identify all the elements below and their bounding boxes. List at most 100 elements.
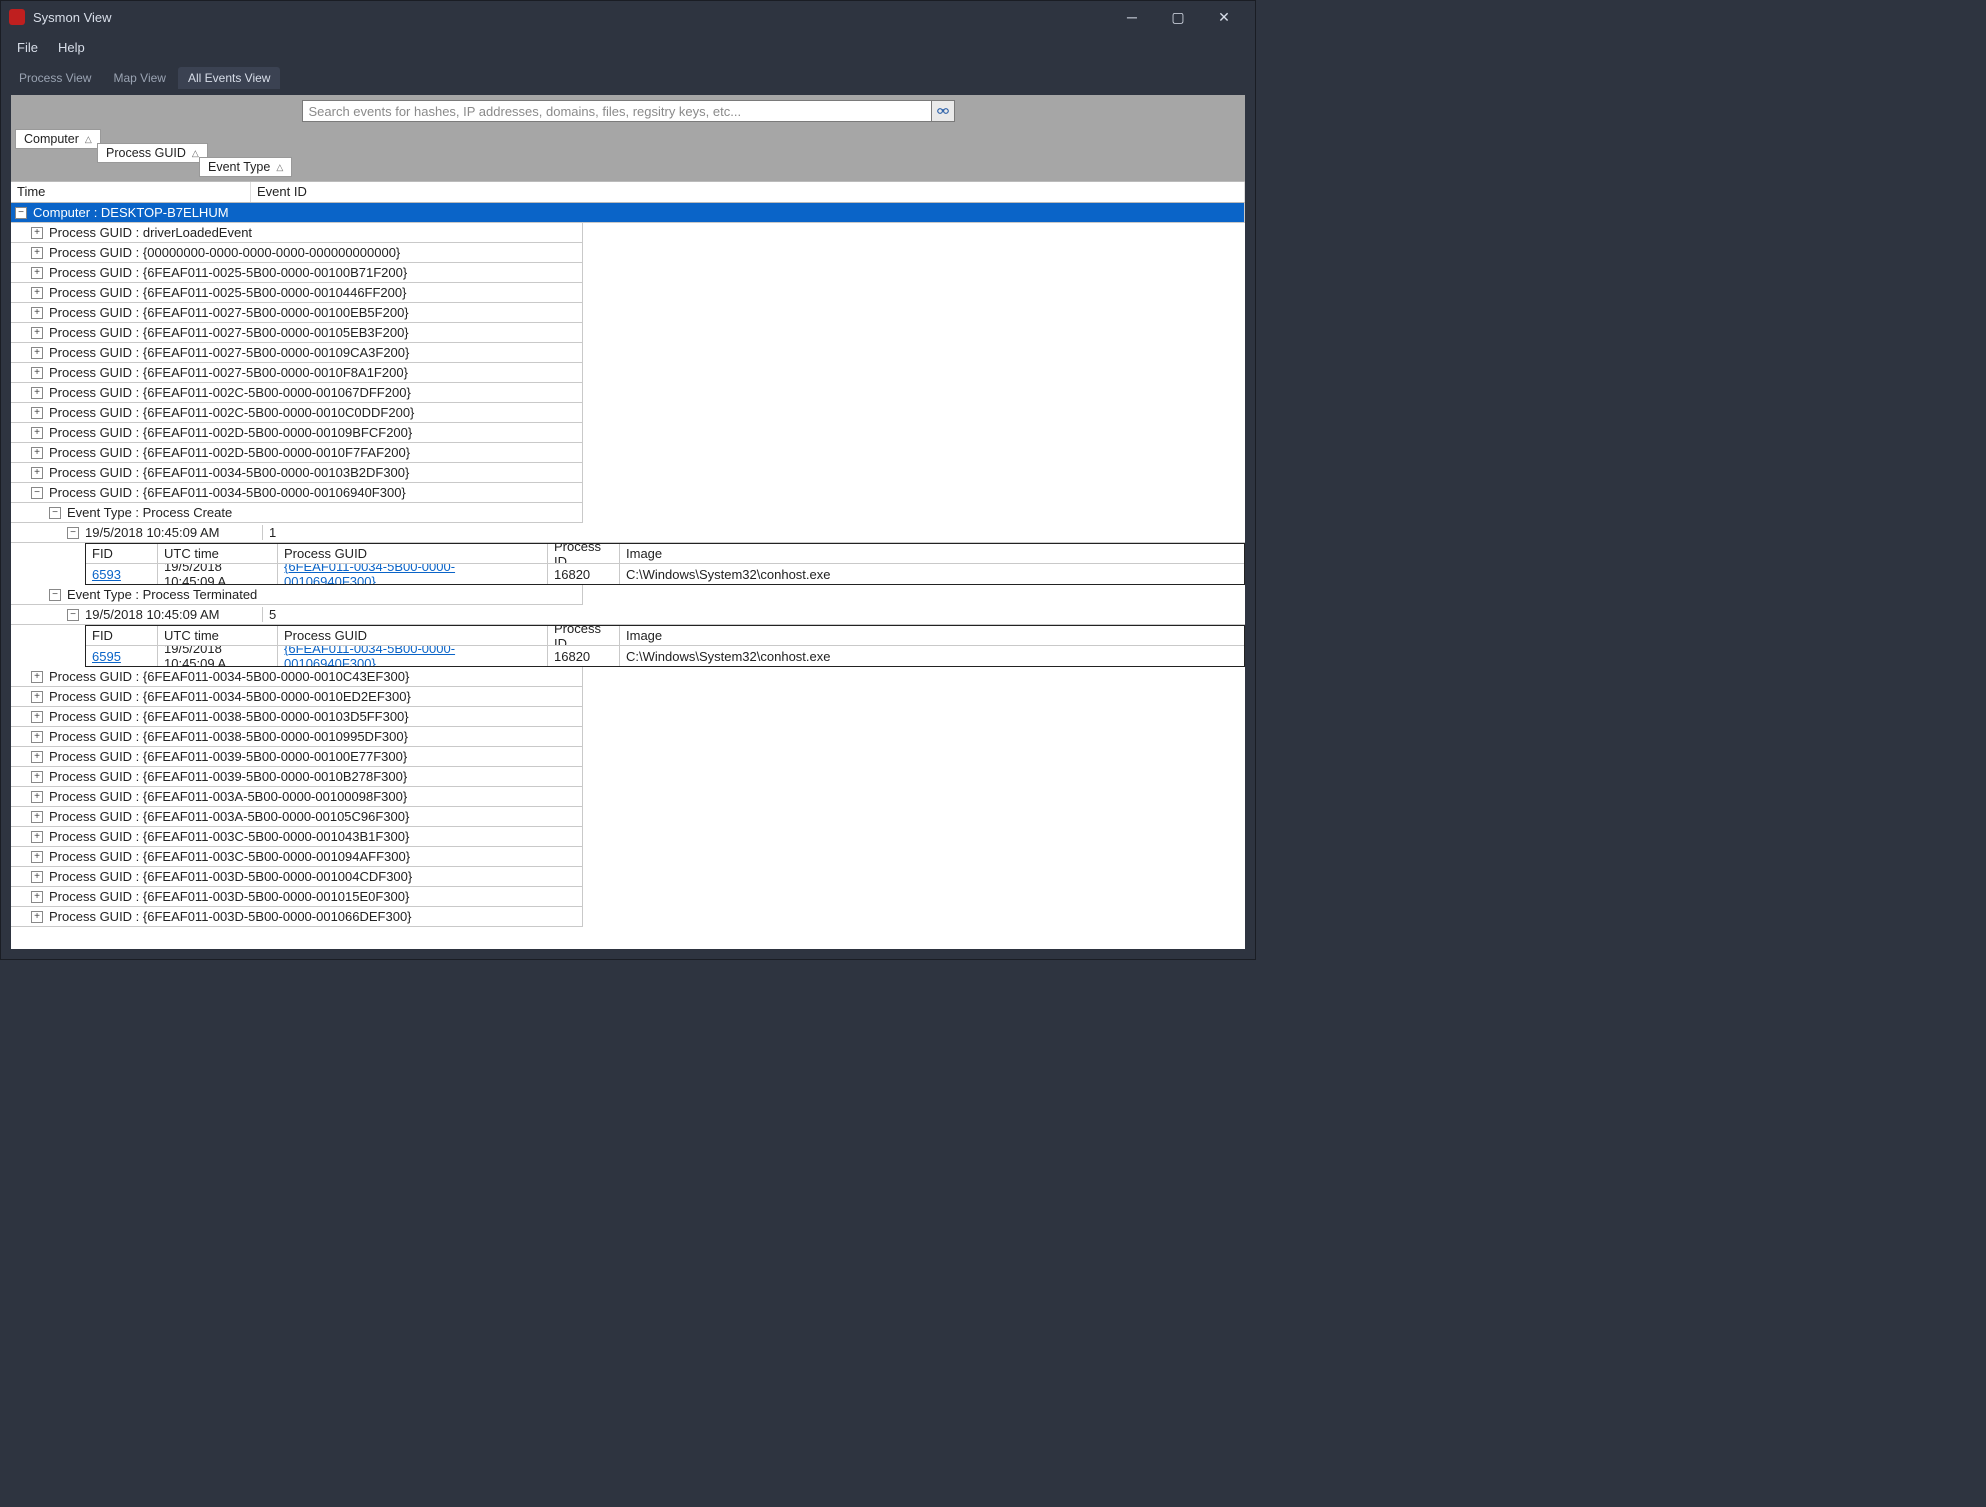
process-guid-row[interactable]: +Process GUID : {6FEAF011-002C-5B00-0000…: [11, 383, 583, 403]
event-time: 19/5/2018 10:45:09 AM: [85, 607, 263, 622]
expand-icon[interactable]: +: [31, 427, 43, 439]
expand-icon[interactable]: +: [31, 791, 43, 803]
guid-link[interactable]: {6FEAF011-0034-5B00-0000-00106940F300}: [278, 564, 548, 584]
event-row[interactable]: − 19/5/2018 10:45:09 AM 5: [11, 605, 1245, 625]
process-guid-row[interactable]: +Process GUID : {6FEAF011-0027-5B00-0000…: [11, 323, 583, 343]
detail-data-row[interactable]: 6593 19/5/2018 10:45:09 A {6FEAF011-0034…: [86, 564, 1244, 584]
expand-icon[interactable]: +: [31, 387, 43, 399]
expand-icon[interactable]: +: [31, 831, 43, 843]
process-guid-row[interactable]: +Process GUID : {6FEAF011-0034-5B00-0000…: [11, 463, 583, 483]
expand-icon[interactable]: +: [31, 711, 43, 723]
expand-icon[interactable]: +: [31, 911, 43, 923]
process-guid-row[interactable]: +Process GUID : {6FEAF011-0039-5B00-0000…: [11, 767, 583, 787]
expand-icon[interactable]: +: [31, 851, 43, 863]
expand-icon[interactable]: +: [31, 267, 43, 279]
process-guid-row[interactable]: +Process GUID : {6FEAF011-003C-5B00-0000…: [11, 847, 583, 867]
process-guid-row[interactable]: +Process GUID : {6FEAF011-003A-5B00-0000…: [11, 787, 583, 807]
expand-icon[interactable]: +: [31, 347, 43, 359]
menu-file[interactable]: File: [9, 36, 46, 59]
process-guid-row[interactable]: +Process GUID : {6FEAF011-0034-5B00-0000…: [11, 687, 583, 707]
process-guid-row[interactable]: +Process GUID : {6FEAF011-002D-5B00-0000…: [11, 423, 583, 443]
tab-process-view[interactable]: Process View: [9, 67, 101, 89]
event-time: 19/5/2018 10:45:09 AM: [85, 525, 263, 540]
collapse-icon[interactable]: −: [49, 507, 61, 519]
process-guid-row[interactable]: +Process GUID : {6FEAF011-0027-5B00-0000…: [11, 303, 583, 323]
maximize-button[interactable]: ▢: [1155, 1, 1201, 33]
process-guid-row[interactable]: +Process GUID : driverLoadedEvent: [11, 223, 583, 243]
expand-icon[interactable]: +: [31, 327, 43, 339]
process-guid-row[interactable]: +Process GUID : {6FEAF011-003D-5B00-0000…: [11, 867, 583, 887]
expand-icon[interactable]: +: [31, 367, 43, 379]
event-type-row[interactable]: − Event Type : Process Terminated: [11, 585, 583, 605]
collapse-icon[interactable]: −: [67, 609, 79, 621]
expand-icon[interactable]: +: [31, 447, 43, 459]
fid-link[interactable]: 6595: [86, 646, 158, 666]
process-guid-row[interactable]: +Process GUID : {6FEAF011-0027-5B00-0000…: [11, 363, 583, 383]
process-guid-row[interactable]: + Process GUID : {6FEAF011-003A-5B00-0000…: [11, 807, 583, 827]
group-chip-process-guid[interactable]: Process GUID△: [97, 143, 208, 163]
group-chip-computer[interactable]: Computer△: [15, 129, 101, 149]
detail-header-row: FID UTC time Process GUID Process ID Ima…: [86, 544, 1244, 564]
computer-group-row[interactable]: − Computer : DESKTOP-B7ELHUM: [11, 203, 1245, 223]
process-guid-row[interactable]: + Process GUID : {6FEAF011-003D-5B00-0000…: [11, 907, 583, 927]
expand-icon[interactable]: +: [31, 247, 43, 259]
collapse-icon[interactable]: −: [67, 527, 79, 539]
process-guid-label: Process GUID : {6FEAF011-0039-5B00-0000-…: [49, 749, 407, 764]
expand-icon[interactable]: +: [31, 671, 43, 683]
process-guid-row[interactable]: +Process GUID : {6FEAF011-002D-5B00-0000…: [11, 443, 583, 463]
collapse-icon[interactable]: −: [15, 207, 27, 219]
process-guid-row[interactable]: +Process GUID : {6FEAF011-0025-5B00-0000…: [11, 263, 583, 283]
process-guid-row[interactable]: +Process GUID : {6FEAF011-0027-5B00-0000…: [11, 343, 583, 363]
col-event-id[interactable]: Event ID: [251, 182, 1245, 202]
menubar: File Help: [1, 33, 1255, 61]
process-guid-row[interactable]: +Process GUID : {6FEAF011-0038-5B00-0000…: [11, 707, 583, 727]
expand-icon[interactable]: +: [31, 407, 43, 419]
process-guid-row[interactable]: + Process GUID : {6FEAF011-0039-5B00-0000…: [11, 747, 583, 767]
group-chip-event-type[interactable]: Event Type△: [199, 157, 292, 177]
process-guid-label: Process GUID : {6FEAF011-003A-5B00-0000-…: [49, 809, 409, 824]
event-type-label: Event Type : Process Create: [67, 505, 232, 520]
process-guid-row-expanded[interactable]: − Process GUID : {6FEAF011-0034-5B00-000…: [11, 483, 583, 503]
expand-icon[interactable]: +: [31, 227, 43, 239]
expand-icon[interactable]: +: [31, 307, 43, 319]
expand-icon[interactable]: +: [31, 891, 43, 903]
expand-icon[interactable]: +: [31, 811, 43, 823]
menu-help[interactable]: Help: [50, 36, 93, 59]
process-guid-row[interactable]: +Process GUID : {6FEAF011-0038-5B00-0000…: [11, 727, 583, 747]
collapse-icon[interactable]: −: [31, 487, 43, 499]
event-type-row[interactable]: − Event Type : Process Create: [11, 503, 583, 523]
process-guid-label: Process GUID : {6FEAF011-003D-5B00-0000-…: [49, 909, 412, 924]
process-guid-label: Process GUID : {6FEAF011-003D-5B00-0000-…: [49, 889, 409, 904]
process-guid-row[interactable]: +Process GUID : {00000000-0000-0000-0000…: [11, 243, 583, 263]
process-guid-row[interactable]: +Process GUID : {6FEAF011-0034-5B00-0000…: [11, 667, 583, 687]
expand-icon[interactable]: +: [31, 691, 43, 703]
process-guid-row[interactable]: +Process GUID : {6FEAF011-003C-5B00-0000…: [11, 827, 583, 847]
process-guid-row[interactable]: +Process GUID : {6FEAF011-0025-5B00-0000…: [11, 283, 583, 303]
tree-body[interactable]: − Computer : DESKTOP-B7ELHUM +Process GU…: [11, 203, 1245, 949]
expand-icon[interactable]: +: [31, 771, 43, 783]
event-row[interactable]: − 19/5/2018 10:45:09 AM 1: [11, 523, 1245, 543]
tab-map-view[interactable]: Map View: [103, 67, 175, 89]
col-guid: Process GUID: [278, 626, 548, 645]
minimize-button[interactable]: ─: [1109, 1, 1155, 33]
expand-icon[interactable]: +: [31, 751, 43, 763]
expand-icon[interactable]: +: [31, 287, 43, 299]
guid-link[interactable]: {6FEAF011-0034-5B00-0000-00106940F300}: [278, 646, 548, 666]
fid-link[interactable]: 6593: [86, 564, 158, 584]
close-button[interactable]: ✕: [1201, 1, 1247, 33]
expand-icon[interactable]: +: [31, 871, 43, 883]
process-guid-row[interactable]: + Process GUID : {6FEAF011-003D-5B00-0000…: [11, 887, 583, 907]
collapse-icon[interactable]: −: [49, 589, 61, 601]
expand-icon[interactable]: +: [31, 731, 43, 743]
computer-label: Computer : DESKTOP-B7ELHUM: [33, 205, 229, 220]
process-guid-row[interactable]: +Process GUID : {6FEAF011-002C-5B00-0000…: [11, 403, 583, 423]
col-time[interactable]: Time: [11, 182, 251, 202]
search-button[interactable]: [931, 100, 955, 122]
expand-icon[interactable]: +: [31, 467, 43, 479]
image-value: C:\Windows\System32\conhost.exe: [620, 646, 1244, 666]
detail-data-row[interactable]: 6595 19/5/2018 10:45:09 A {6FEAF011-0034…: [86, 646, 1244, 666]
sort-asc-icon: △: [276, 162, 283, 173]
search-input[interactable]: [302, 100, 932, 122]
tab-all-events-view[interactable]: All Events View: [178, 67, 280, 89]
col-utc: UTC time: [158, 544, 278, 563]
